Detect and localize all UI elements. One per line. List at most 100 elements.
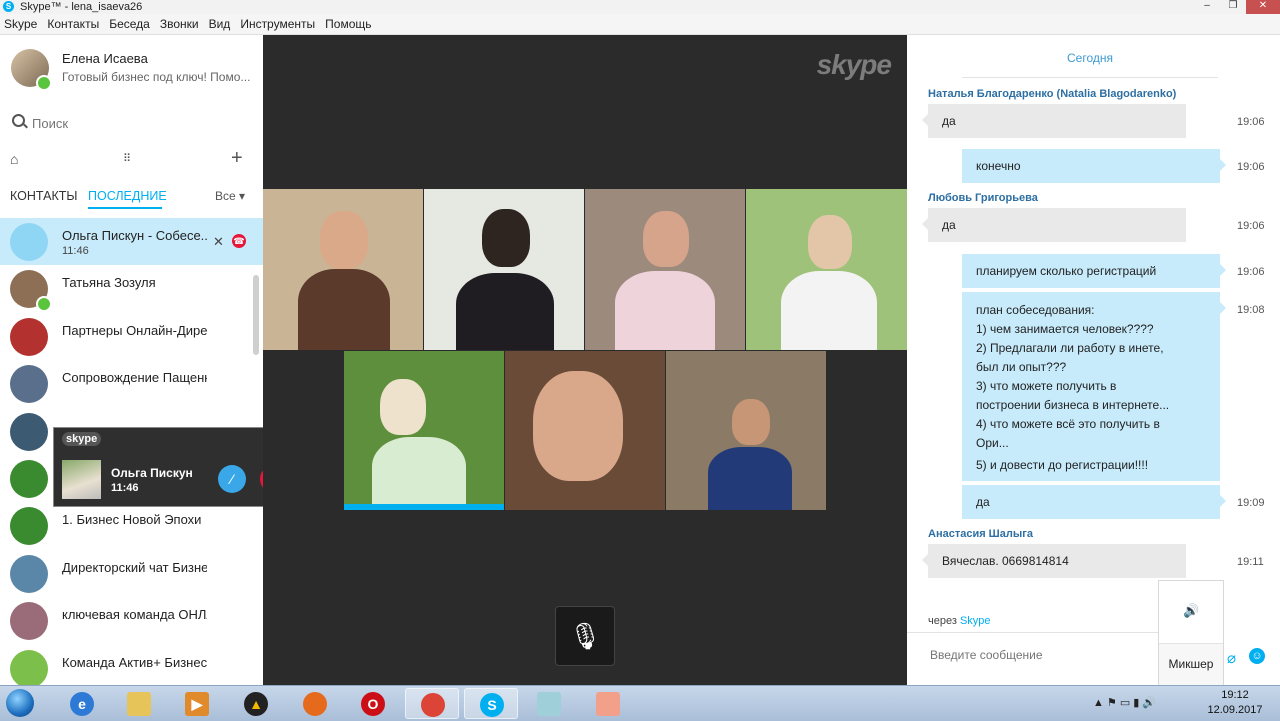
participant-video[interactable] <box>746 189 907 350</box>
message-bubble[interactable]: конечно <box>962 149 1226 183</box>
list-item[interactable]: 1. Бизнес Новой Эпохи <box>0 502 263 549</box>
message-sender[interactable]: Любовь Григорьева <box>928 192 1038 204</box>
active-tab-indicator <box>88 207 162 209</box>
participant-body <box>456 273 554 350</box>
taskbar: e ▶ ▲ O S ▲ ⚑ ▭ ▮ 🔊 19:12 12.09.2017 <box>0 685 1280 721</box>
taskbar-chrome[interactable] <box>405 688 459 719</box>
tab-recent[interactable]: ПОСЛЕДНИЕ <box>88 189 167 203</box>
filter-dropdown[interactable]: Все ▾ <box>215 189 245 203</box>
avatar <box>10 365 48 404</box>
message-bubble[interactable]: план собеседования: 1) чем занимается че… <box>962 292 1226 481</box>
list-item[interactable]: Татьяна Зозуля <box>0 265 263 313</box>
opera-icon: O <box>361 692 385 716</box>
hang-up-icon[interactable]: ☎ <box>232 234 246 248</box>
skype-watermark: skype <box>816 49 892 80</box>
participant-video[interactable] <box>344 351 504 510</box>
participant-video[interactable] <box>585 189 745 350</box>
participant-video[interactable] <box>666 351 826 510</box>
taskbar-notes[interactable] <box>522 688 576 719</box>
menu-conversation[interactable]: Беседа <box>109 14 150 34</box>
list-item-name: Команда Актив+ Бизнес Нов... <box>62 654 207 670</box>
message-bubble[interactable]: да <box>962 485 1226 519</box>
taskbar-opera[interactable]: O <box>346 688 400 719</box>
list-item[interactable]: Сопровождение Пащенко Иг... <box>0 360 263 407</box>
menu-skype[interactable]: Skype <box>4 14 37 34</box>
bubble-tail <box>922 114 928 126</box>
system-tray[interactable]: ▲ ⚑ ▭ ▮ 🔊 <box>1093 696 1156 709</box>
call-duration: 11:46 <box>111 482 139 494</box>
avatar <box>10 507 48 546</box>
online-status-icon <box>36 75 52 91</box>
profile-status[interactable]: Готовый бизнес под ключ! Помо... <box>62 70 252 84</box>
via-link[interactable]: Skype <box>960 615 991 627</box>
dialpad-icon[interactable]: ⠿ <box>123 152 131 165</box>
message-bubble[interactable]: Вячеслав. 0669814814 <box>922 544 1186 578</box>
message-bubble[interactable]: да <box>922 208 1186 242</box>
add-icon[interactable]: + <box>231 147 243 169</box>
clock[interactable]: 19:12 12.09.2017 <box>1205 688 1265 718</box>
home-icon[interactable]: ⌂ <box>10 152 24 166</box>
list-item[interactable]: Команда Актив+ Бизнес Нов... <box>0 645 263 685</box>
maximize-button[interactable]: ❐ <box>1220 0 1246 14</box>
taskbar-media-player[interactable]: ▶ <box>170 688 224 719</box>
participant-body <box>708 447 792 510</box>
message-bubble[interactable]: планируем сколько регистраций <box>962 254 1226 288</box>
title-bar: S Skype™ - lena_isaeva26 – ❐ ✕ <box>0 0 1280 15</box>
menu-tools[interactable]: Инструменты <box>240 14 315 34</box>
taskbar-firefox[interactable] <box>288 688 342 719</box>
menu-view[interactable]: Вид <box>209 14 231 34</box>
media-player-icon: ▶ <box>185 692 209 716</box>
participant-video[interactable] <box>505 351 665 510</box>
message-line: построении бизнеса в интернете... <box>976 398 1170 412</box>
message-line: Ори... <box>976 436 1009 450</box>
message-line: 3) что можете получить в <box>976 379 1117 393</box>
bubble-tail <box>922 218 928 230</box>
mute-button[interactable]: ⁄ <box>218 465 246 493</box>
message-input[interactable] <box>928 647 1152 663</box>
profile-header[interactable]: Елена Исаева Готовый бизнес под ключ! По… <box>0 35 263 105</box>
online-status-icon <box>36 296 52 313</box>
microphone-muted-button[interactable]: 🎙 <box>555 606 615 666</box>
chat-panel: Сегодня Наталья Благодаренко (Natalia Bl… <box>907 35 1280 685</box>
speaker-icon[interactable]: 🔊 <box>1183 603 1199 619</box>
taskbar-app[interactable]: ▲ <box>229 688 283 719</box>
taskbar-ie[interactable]: e <box>55 688 109 719</box>
participant-video[interactable] <box>424 189 584 350</box>
participant-body <box>298 269 390 350</box>
menu-help[interactable]: Помощь <box>325 14 371 34</box>
taskbar-recorder[interactable] <box>581 688 635 719</box>
message-bubble[interactable]: да <box>922 104 1186 138</box>
menu-contacts[interactable]: Контакты <box>47 14 99 34</box>
message-time: 19:11 <box>1237 556 1264 568</box>
message-sender[interactable]: Анастасия Шалыга <box>928 528 1033 540</box>
participant-video[interactable] <box>263 189 423 350</box>
search-input[interactable] <box>30 111 254 135</box>
mixer-button[interactable]: Микшер <box>1159 643 1223 685</box>
list-item[interactable]: ключевая команда ОНЛАЙН... <box>0 597 263 644</box>
participant-face <box>643 211 689 267</box>
list-item[interactable]: Партнеры Онлайн-Директор <box>0 313 263 360</box>
attach-icon[interactable]: ⌀ <box>1227 649 1236 667</box>
taskbar-skype[interactable]: S <box>464 688 518 719</box>
volume-panel[interactable]: 🔊 Микшер <box>1158 580 1224 685</box>
close-window-button[interactable]: ✕ <box>1246 0 1280 14</box>
search-box[interactable] <box>0 107 263 137</box>
sidebar-scrollbar[interactable] <box>253 275 259 355</box>
start-button[interactable] <box>2 686 38 720</box>
list-item[interactable]: Ольга Пискун - Собесе... 11:46 ✕ ☎ <box>0 218 263 266</box>
chrome-icon <box>421 693 445 717</box>
avatar <box>10 317 48 356</box>
list-item[interactable]: Директорский чат Бизнес Но... <box>0 550 263 597</box>
date-separator: Сегодня <box>962 47 1218 78</box>
clock-time: 19:12 <box>1221 689 1249 701</box>
bubble-tail <box>922 554 928 566</box>
minimize-button[interactable]: – <box>1194 0 1220 14</box>
emoji-icon[interactable]: ☺ <box>1249 648 1265 664</box>
tab-contacts[interactable]: КОНТАКТЫ <box>10 189 77 203</box>
menu-calls[interactable]: Звонки <box>160 14 199 34</box>
message-sender[interactable]: Наталья Благодаренко (Natalia Blagodaren… <box>928 88 1176 100</box>
message-text: планируем сколько регистраций <box>976 264 1157 278</box>
menu-bar: Skype Контакты Беседа Звонки Вид Инструм… <box>0 14 1280 35</box>
bubble-tail <box>1220 264 1226 276</box>
taskbar-explorer[interactable] <box>112 688 166 719</box>
